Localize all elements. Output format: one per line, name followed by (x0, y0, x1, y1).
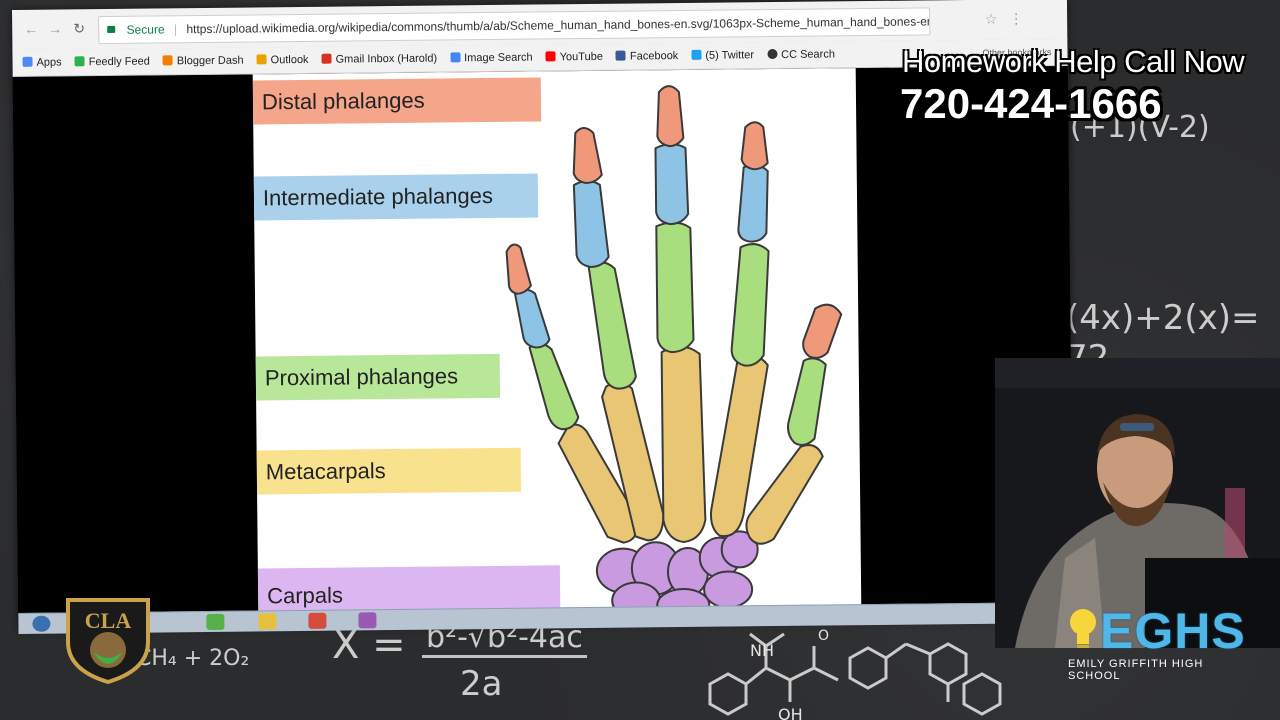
metacarpal-bones (557, 345, 824, 545)
browser-viewport: Distal phalanges Intermediate phalanges … (12, 65, 1074, 630)
back-arrow-icon[interactable]: ← (22, 20, 40, 38)
chalk-quadratic-denominator: 2a (460, 664, 503, 704)
blogger-icon (162, 55, 173, 66)
eghs-school-name: EMILY GRIFFITH HIGH SCHOOL (1068, 658, 1204, 682)
lock-icon (107, 26, 116, 34)
facebook-icon (615, 50, 627, 61)
url-text: https://upload.wikimedia.org/wikipedia/c… (186, 13, 931, 37)
eghs-school-logo: EGHS EMILY GRIFFITH HIGH SCHOOL (1068, 602, 1246, 682)
bookmark-cc-search[interactable]: CC Search (767, 41, 835, 68)
cc-icon (767, 49, 778, 60)
bookmark-gmail[interactable]: Gmail Inbox (Harold) (321, 46, 437, 73)
secure-label: Secure (126, 22, 165, 37)
apps-grid-icon (22, 56, 33, 67)
feedly-icon (74, 56, 85, 67)
outlook-icon (256, 54, 267, 65)
cla-logo-text: CLA (85, 608, 132, 633)
bookmark-blogger[interactable]: Blogger Dash (162, 48, 244, 75)
chalk-molecule-oh: OH (778, 705, 803, 720)
menu-icon[interactable]: ⋮ (1007, 9, 1025, 27)
start-button-icon[interactable] (32, 615, 51, 632)
twitter-icon (691, 49, 702, 60)
reload-icon[interactable]: ↻ (70, 19, 88, 37)
url-separator: | (173, 22, 178, 37)
onenote-icon[interactable] (358, 612, 377, 629)
bookmark-twitter[interactable]: (5) Twitter (691, 42, 754, 69)
bookmark-youtube[interactable]: YouTube (545, 44, 604, 71)
hotline-title: Homework Help Call Now (902, 44, 1245, 79)
address-bar[interactable]: Secure | https://upload.wikimedia.org/wi… (98, 7, 931, 45)
cla-school-logo: CLA (66, 598, 150, 684)
forward-arrow-icon[interactable]: → (46, 19, 64, 37)
gmail-icon (321, 53, 332, 64)
hotline-number: 720-424-1666 (900, 80, 1162, 127)
star-bookmark-icon[interactable]: ☆ (982, 10, 1000, 28)
google-icon (450, 52, 461, 63)
label-proximal-phalanges: Proximal phalanges (255, 353, 501, 401)
bookmark-feedly[interactable]: Feedly Feed (74, 49, 150, 76)
bookmark-image-search[interactable]: Image Search (450, 45, 533, 72)
eghs-logo-text: EGHS (1100, 603, 1246, 659)
taskbar-app-icon[interactable] (206, 613, 225, 630)
chalk-molecule-o: O (818, 628, 829, 644)
folder-icon[interactable] (258, 613, 277, 630)
lightbulb-icon (1070, 609, 1096, 648)
label-metacarpals: Metacarpals (256, 447, 522, 495)
youtube-icon (545, 51, 556, 62)
bookmark-facebook[interactable]: Facebook (615, 43, 679, 70)
hand-bones-image: Distal phalanges Intermediate phalanges … (252, 68, 862, 628)
chalk-molecule-nh: NH (750, 641, 774, 660)
taskbar-app-icon[interactable] (308, 612, 327, 629)
bookmark-outlook[interactable]: Outlook (256, 47, 309, 74)
intermediate-phalanx-bones (513, 143, 769, 349)
bookmark-apps[interactable]: Apps (22, 49, 62, 75)
hand-skeleton-drawing (505, 85, 843, 623)
